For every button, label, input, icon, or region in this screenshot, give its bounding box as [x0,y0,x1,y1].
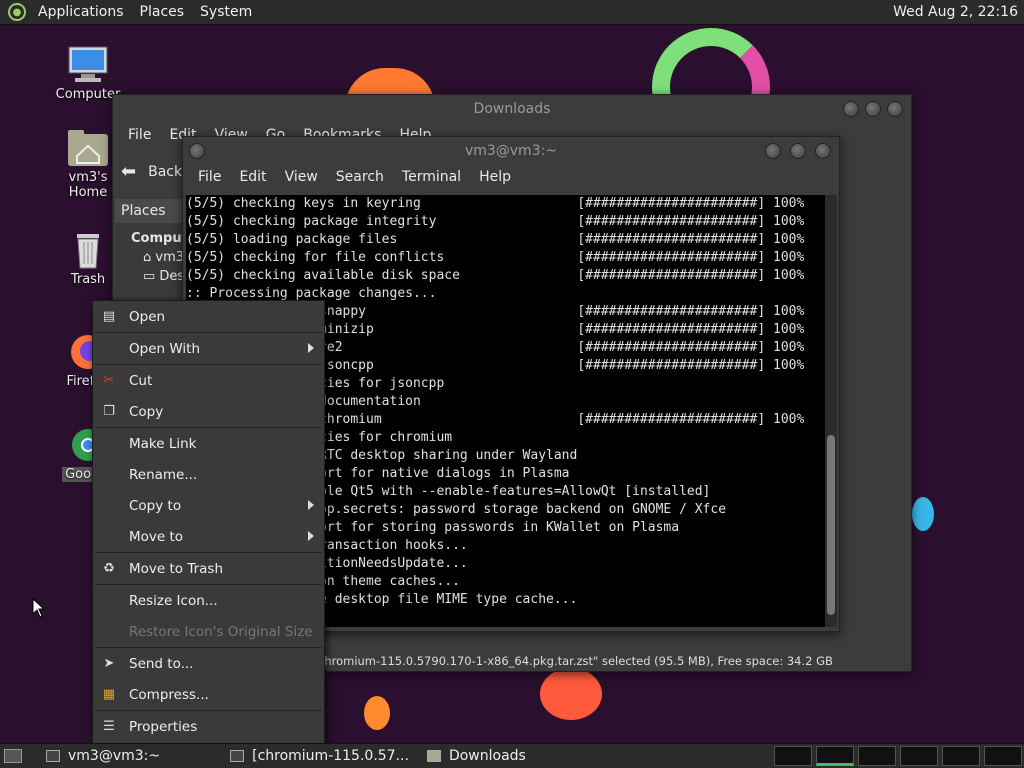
menu-places[interactable]: Places [132,4,193,20]
minimize-button[interactable] [765,143,781,159]
task-terminal[interactable]: vm3@vm3:~ [40,748,166,764]
properties-icon: ☰ [103,719,115,734]
menu-item-rename[interactable]: Rename... [93,459,324,490]
submenu-arrow-icon [308,500,314,510]
menu-item-label: Resize Icon... [129,592,218,609]
workspace-5[interactable] [942,746,980,766]
desktop-icon-label: vm3's Home [68,170,108,200]
folder-icon [426,750,441,762]
menu-item-compress[interactable]: ▦ Compress... [93,679,324,710]
window-title: vm3@vm3:~ [464,143,558,159]
workspace-2[interactable] [816,746,854,766]
trash-icon: ♻ [103,561,115,576]
menu-item-label: Cut [129,372,153,389]
terminal-scrollbar[interactable] [825,195,837,627]
menu-item-move-to-trash[interactable]: ♻ Move to Trash [93,553,324,584]
menu-item-label: Move to Trash [129,560,224,577]
close-button[interactable] [815,143,831,159]
menu-item-open[interactable]: ▤ Open [93,301,324,332]
scissors-icon: ✂ [103,373,115,388]
menu-item-copy[interactable]: ❐ Copy [93,396,324,427]
back-button[interactable]: ⬅ Back [121,161,182,182]
menu-system[interactable]: System [192,4,260,20]
workspace-4[interactable] [900,746,938,766]
back-label: Back [148,163,183,180]
computer-icon [68,46,108,82]
terminal-line: (5/5) checking package integrity [######… [186,214,805,229]
menu-item-label: Make Link [129,435,197,452]
menu-file[interactable]: File [119,127,160,143]
minimize-button[interactable] [843,101,859,117]
menu-item-label: Open With [129,340,201,357]
submenu-arrow-icon [308,343,314,353]
menu-item-move-to[interactable]: Move to [93,521,324,552]
clock[interactable]: Wed Aug 2, 22:16 [893,4,1018,20]
menu-help[interactable]: Help [470,169,520,185]
terminal-line: (5/5) checking keys in keyring [########… [186,196,805,211]
menu-item-cut[interactable]: ✂ Cut [93,365,324,396]
menu-item-label: Copy [129,403,164,420]
terminal-line: (5/5) checking available disk space [###… [186,268,805,283]
copy-icon: ❐ [103,404,115,419]
menu-item-properties[interactable]: ☰ Properties [93,711,324,742]
workspace-6[interactable] [984,746,1022,766]
home-folder-icon [68,130,108,166]
menu-file[interactable]: File [189,169,230,185]
back-arrow-icon: ⬅ [121,161,137,182]
menu-item-open-with[interactable]: Open With [93,333,324,364]
mouse-pointer-icon [32,598,44,618]
terminal-icon [46,750,60,762]
menu-terminal[interactable]: Terminal [393,169,470,185]
package-icon [230,750,245,762]
archive-icon: ▦ [102,687,116,702]
close-button[interactable] [887,101,903,117]
menu-view[interactable]: View [276,169,327,185]
terminal-line: (5/5) checking for file conflicts [#####… [186,250,805,265]
menu-item-copy-to[interactable]: Copy to [93,490,324,521]
context-menu: ▤ Open Open With ✂ Cut ❐ Copy Make Link Rename..… [92,300,325,745]
menu-item-restore-icon-s-original-size: Restore Icon's Original Size [93,616,324,647]
wallpaper-orb [364,696,390,730]
terminal-menubar: File Edit View Search Terminal Help [183,165,839,189]
wallpaper-orb [912,497,934,531]
menu-item-send-to[interactable]: ➤ Send to... [93,648,324,679]
task-chromium-installer[interactable]: [chromium-115.0.57... [224,748,415,764]
window-menu-button[interactable] [189,143,205,159]
trash-icon [77,234,99,269]
maximize-button[interactable] [790,143,806,159]
distro-logo-icon[interactable]: ● [8,3,26,21]
task-downloads[interactable]: Downloads [421,748,532,764]
menu-item-label: Restore Icon's Original Size [129,623,313,640]
menu-search[interactable]: Search [327,169,393,185]
menu-applications[interactable]: Applications [30,4,132,20]
menu-item-label: Send to... [129,655,194,672]
open-icon: ▤ [102,309,116,324]
menu-item-label: Rename... [129,466,198,483]
menu-edit[interactable]: Edit [230,169,275,185]
workspace-3[interactable] [858,746,896,766]
menu-item-resize-icon[interactable]: Resize Icon... [93,585,324,616]
scrollbar-thumb[interactable] [827,435,835,615]
terminal-line: (5/5) loading package files [###########… [186,232,805,247]
menu-item-label: Properties [129,718,198,735]
menu-item-label: Open [129,308,166,325]
status-bar: chromium-115.0.5790.170-1-x86_64.pkg.tar… [318,651,908,671]
wallpaper-orb [540,668,602,720]
send-icon: ➤ [103,656,115,671]
file-manager-titlebar[interactable]: Downloads [113,95,911,123]
terminal-titlebar[interactable]: vm3@vm3:~ [183,137,839,165]
top-panel: ● Applications Places System Wed Aug 2, … [0,0,1024,25]
show-desktop-icon[interactable] [4,749,22,763]
maximize-button[interactable] [865,101,881,117]
desktop-icon-label: Computer [55,87,121,102]
status-text: chromium-115.0.5790.170-1-x86_64.pkg.tar… [318,654,833,668]
window-title: Downloads [473,101,551,117]
menu-item-label: Move to [129,528,184,545]
menu-item-label: Compress... [129,686,209,703]
submenu-arrow-icon [308,531,314,541]
workspace-1[interactable] [774,746,812,766]
desktop-icon-label: Trash [70,272,106,287]
menu-item-make-link[interactable]: Make Link [93,428,324,459]
menu-item-label: Copy to [129,497,182,514]
